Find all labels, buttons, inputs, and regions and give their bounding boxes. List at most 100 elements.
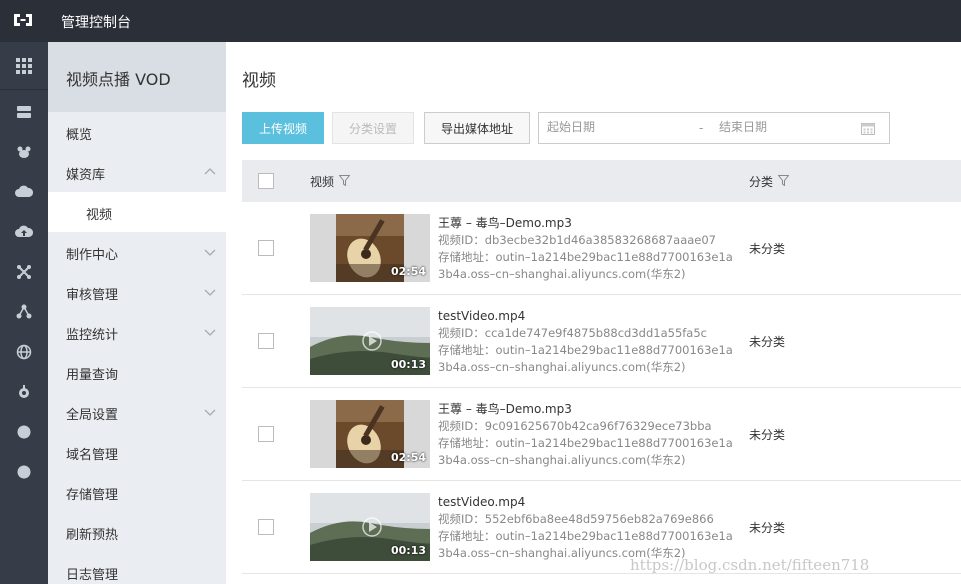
video-duration: 02:54 <box>390 451 426 464</box>
sidebar-item-label: 日志管理 <box>66 568 119 583</box>
filter-icon[interactable] <box>339 175 350 186</box>
sidebar-item-label: 监控统计 <box>66 328 119 343</box>
cloud-upload-icon[interactable] <box>14 222 34 242</box>
product-icon-bar <box>0 42 48 584</box>
globe-icon[interactable] <box>14 342 34 362</box>
column-header-category: 分类 <box>749 175 774 189</box>
sidebar-item-overview[interactable]: 概览 <box>48 112 226 152</box>
video-info: 王蓴 – 毒鸟–Demo.mp3 视频ID：db3ecbe32b1d46a385… <box>438 215 738 283</box>
row-checkbox[interactable] <box>258 240 274 256</box>
storage-address: 存储地址：outin–1a214be29bac11e88d7700163e1a <box>438 529 733 543</box>
video-id: 视频ID：cca1de747e9f4875b88cd3dd1a55fa5c <box>438 326 707 340</box>
table-row[interactable]: 00:13 testVideo.mp4 视频ID：cca1de747e9f487… <box>242 295 961 388</box>
video-thumbnail[interactable]: 00:13 <box>310 493 430 561</box>
sidebar-title: 视频点播 VOD <box>66 70 171 89</box>
table-row[interactable]: 02:54 王蓴 – 毒鸟–Demo.mp3 视频ID：9c091625670b… <box>242 388 961 481</box>
video-title[interactable]: testVideo.mp4 <box>438 494 738 511</box>
row-checkbox[interactable] <box>258 333 274 349</box>
sidebar-item-production-center[interactable]: 制作中心 <box>48 232 226 272</box>
video-info: testVideo.mp4 视频ID：552ebf6ba8ee48d59756e… <box>438 494 738 562</box>
sidebar-item-review[interactable]: 审核管理 <box>48 272 226 312</box>
video-id: 视频ID：db3ecbe32b1d46a38583268687aaae07 <box>438 233 716 247</box>
sidebar-item-storage[interactable]: 存储管理 <box>48 472 226 512</box>
storage-address: 存储地址：outin–1a214be29bac11e88d7700163e1a <box>438 436 733 450</box>
paw-icon[interactable] <box>14 142 34 162</box>
sidebar-item-video[interactable]: 视频 <box>48 192 226 232</box>
sidebar-item-refresh[interactable]: 刷新预热 <box>48 512 226 552</box>
video-id: 视频ID：9c091625670b42ca96f76329ece73bba <box>438 419 712 433</box>
video-category: 未分类 <box>749 521 786 535</box>
upload-video-button[interactable]: 上传视频 <box>242 112 324 144</box>
sidebar-item-label: 媒资库 <box>66 168 106 183</box>
column-header-video: 视频 <box>310 175 335 189</box>
server-icon[interactable] <box>14 102 34 122</box>
sidebar-item-label: 视频 <box>86 208 113 223</box>
select-all-checkbox[interactable] <box>258 173 274 189</box>
chevron-down-icon <box>204 249 216 256</box>
video-duration: 00:13 <box>390 358 426 371</box>
chevron-down-icon <box>204 329 216 336</box>
video-thumbnail[interactable]: 02:54 <box>310 214 430 282</box>
table-header: 视频 分类 <box>242 160 961 202</box>
date-separator: - <box>699 121 704 135</box>
storage-address: 存储地址：outin–1a214be29bac11e88d7700163e1a <box>438 250 733 264</box>
storage-address: 存储地址：outin–1a214be29bac11e88d7700163e1a <box>438 343 733 357</box>
video-id: 视频ID：552ebf6ba8ee48d59756eb82a769e866 <box>438 512 714 526</box>
app-title: 管理控制台 <box>61 15 131 31</box>
cloud-icon[interactable] <box>14 182 34 202</box>
row-checkbox[interactable] <box>258 519 274 535</box>
video-info: 王蓴 – 毒鸟–Demo.mp3 视频ID：9c091625670b42ca96… <box>438 401 738 469</box>
storage-address-cont: 3b4a.oss–cn–shanghai.aliyuncs.com(华东2) <box>438 453 686 467</box>
sidebar-item-logs[interactable]: 日志管理 <box>48 552 226 584</box>
sidebar-item-global-settings[interactable]: 全局设置 <box>48 392 226 432</box>
chevron-down-icon <box>204 409 216 416</box>
video-duration: 00:13 <box>390 544 426 557</box>
start-date-input[interactable] <box>547 120 687 134</box>
calendar-icon[interactable] <box>861 122 875 135</box>
date-range-picker: - <box>538 112 890 144</box>
nodes-icon[interactable] <box>14 262 34 282</box>
sidebar-item-media-library[interactable]: 媒资库 <box>48 152 226 192</box>
video-category: 未分类 <box>749 335 786 349</box>
row-checkbox[interactable] <box>258 426 274 442</box>
video-category: 未分类 <box>749 428 786 442</box>
watermark: https://blog.csdn.net/fifteen718 <box>630 556 870 574</box>
sidebar: 视频点播 VOD 概览 媒资库 视频 制作中心 审核管理 监控统计 用量查询 全… <box>48 42 226 584</box>
video-duration: 02:54 <box>390 265 426 278</box>
storage-address-cont: 3b4a.oss–cn–shanghai.aliyuncs.com(华东2) <box>438 360 686 374</box>
video-title[interactable]: 王蓴 – 毒鸟–Demo.mp3 <box>438 401 738 418</box>
video-title[interactable]: testVideo.mp4 <box>438 308 738 325</box>
sidebar-item-label: 刷新预热 <box>66 528 119 543</box>
chevron-up-icon <box>204 168 216 175</box>
chevron-down-icon <box>204 289 216 296</box>
sidebar-item-domains[interactable]: 域名管理 <box>48 432 226 472</box>
divider <box>0 89 48 90</box>
main-content: 视频 上传视频 分类设置 导出媒体地址 - 视频 分类 <box>226 42 961 584</box>
sidebar-item-usage[interactable]: 用量查询 <box>48 352 226 392</box>
video-category: 未分类 <box>749 242 786 256</box>
end-date-input[interactable] <box>719 120 849 134</box>
sidebar-item-label: 域名管理 <box>66 448 119 463</box>
video-title[interactable]: 王蓴 – 毒鸟–Demo.mp3 <box>438 215 738 232</box>
sidebar-item-label: 审核管理 <box>66 288 119 303</box>
settings-icon[interactable] <box>14 382 34 402</box>
share-icon[interactable] <box>14 302 34 322</box>
video-thumbnail[interactable]: 02:54 <box>310 400 430 468</box>
aliyun-logo-icon[interactable] <box>12 9 34 31</box>
storage-address-cont: 3b4a.oss–cn–shanghai.aliyuncs.com(华东2) <box>438 267 686 281</box>
filter-icon[interactable] <box>778 175 789 186</box>
sidebar-item-label: 用量查询 <box>66 368 119 383</box>
table-row[interactable]: 02:54 王蓴 – 毒鸟–Demo.mp3 视频ID：db3ecbe32b1d… <box>242 202 961 295</box>
sidebar-header: 视频点播 VOD <box>48 42 226 112</box>
export-media-address-button[interactable]: 导出媒体地址 <box>424 112 530 144</box>
sidebar-item-label: 全局设置 <box>66 408 119 423</box>
sidebar-item-label: 存储管理 <box>66 488 119 503</box>
dot-icon[interactable] <box>14 422 34 442</box>
grid-icon[interactable] <box>14 56 34 76</box>
dot-icon[interactable] <box>14 462 34 482</box>
video-thumbnail[interactable]: 00:13 <box>310 307 430 375</box>
sidebar-item-monitoring[interactable]: 监控统计 <box>48 312 226 352</box>
top-bar: 管理控制台 <box>0 0 961 42</box>
category-settings-button[interactable]: 分类设置 <box>332 112 414 144</box>
sidebar-item-label: 概览 <box>66 128 93 143</box>
